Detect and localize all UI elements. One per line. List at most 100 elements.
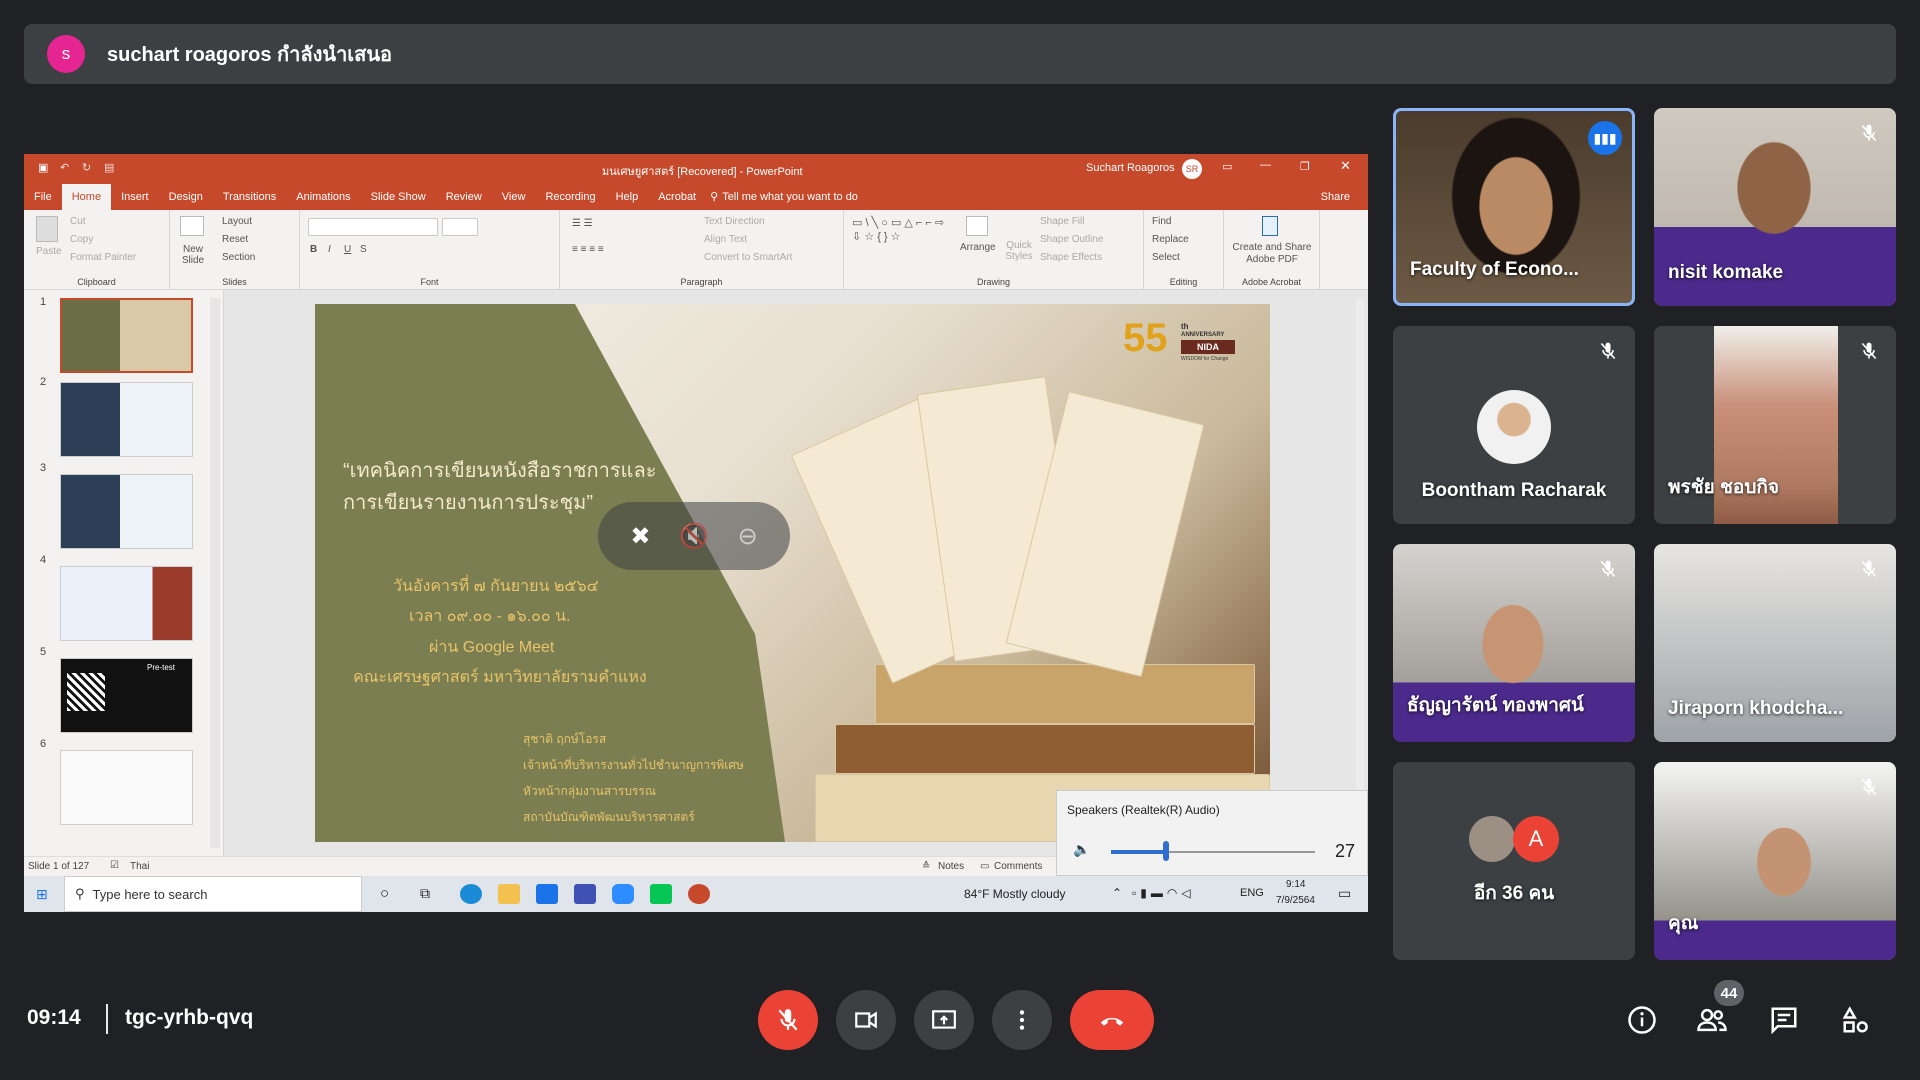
- shape-fill-button[interactable]: Shape Fill: [1040, 216, 1084, 227]
- slide-thumbnail-1[interactable]: [60, 298, 193, 373]
- tab-slide-show[interactable]: Slide Show: [361, 184, 436, 210]
- task-view-icon[interactable]: ⧉: [420, 885, 430, 902]
- tab-animations[interactable]: Animations: [286, 184, 360, 210]
- quick-styles-button[interactable]: Quick Styles: [1004, 240, 1034, 262]
- remove-icon[interactable]: ⊖: [738, 522, 758, 551]
- shapes-gallery[interactable]: ▭ \ ╲ ○ ▭ △ ⌐ ⌐ ⇨ ⇩ ☆ { } ☆: [852, 216, 952, 244]
- thumb-scrollbar[interactable]: [210, 298, 220, 848]
- participant-tile-1[interactable]: ▮▮▮ Faculty of Econo...: [1393, 108, 1635, 306]
- participant-tile-2[interactable]: nisit komake: [1654, 108, 1896, 306]
- taskbar-time[interactable]: 9:14: [1286, 879, 1305, 890]
- unpin-icon[interactable]: ✖: [630, 522, 650, 551]
- taskbar-search[interactable]: ⚲ Type here to search: [64, 876, 362, 912]
- share-button[interactable]: Share: [1311, 184, 1368, 210]
- create-share-pdf-button[interactable]: Create and Share Adobe PDF: [1228, 242, 1316, 266]
- powerpoint-icon[interactable]: [688, 884, 710, 904]
- chat-button[interactable]: [1764, 1000, 1804, 1040]
- taskbar-date[interactable]: 7/9/2564: [1276, 895, 1315, 906]
- paste-icon[interactable]: [36, 216, 58, 242]
- participant-tile-4[interactable]: พรชัย ชอบกิจ: [1654, 326, 1896, 524]
- tab-review[interactable]: Review: [436, 184, 492, 210]
- maximize-icon[interactable]: ❐: [1300, 160, 1310, 173]
- notes-button[interactable]: Notes: [938, 861, 964, 872]
- bold-icon[interactable]: B: [310, 244, 317, 255]
- undo-icon[interactable]: ↶: [60, 161, 69, 174]
- slide-thumbnail-4[interactable]: [60, 566, 193, 641]
- arrange-button[interactable]: Arrange: [960, 242, 996, 253]
- font-size-select[interactable]: [442, 218, 478, 236]
- cut-button[interactable]: Cut: [70, 216, 86, 227]
- tab-help[interactable]: Help: [606, 184, 649, 210]
- replace-button[interactable]: Replace: [1152, 234, 1189, 245]
- accessibility-icon[interactable]: ☑: [110, 860, 119, 871]
- underline-icon[interactable]: U: [344, 244, 351, 255]
- tab-design[interactable]: Design: [159, 184, 213, 210]
- slide-thumbnail-3[interactable]: [60, 474, 193, 549]
- edge-icon[interactable]: [460, 884, 482, 904]
- convert-smartart-button[interactable]: Convert to SmartArt: [704, 252, 792, 263]
- windows-start-icon[interactable]: ⊞: [36, 886, 48, 903]
- align-icon[interactable]: ≡ ≡ ≡ ≡: [572, 244, 604, 255]
- mic-button[interactable]: [758, 990, 818, 1050]
- slide-thumbnail-5[interactable]: Pre-test: [60, 658, 193, 733]
- volume-slider-thumb[interactable]: [1163, 841, 1170, 861]
- speaker-icon[interactable]: 🔈: [1073, 841, 1090, 858]
- cortana-icon[interactable]: ○: [380, 885, 389, 902]
- section-button[interactable]: Section: [222, 252, 255, 263]
- slide-thumbnail-2[interactable]: [60, 382, 193, 457]
- reset-button[interactable]: Reset: [222, 234, 248, 245]
- weather-text[interactable]: 84°F Mostly cloudy: [964, 887, 1066, 901]
- camera-button[interactable]: [836, 990, 896, 1050]
- save-icon[interactable]: ▣: [38, 161, 48, 174]
- leave-call-button[interactable]: [1070, 990, 1154, 1050]
- tab-file[interactable]: File: [24, 184, 62, 210]
- participant-tile-6[interactable]: Jiraporn khodcha...: [1654, 544, 1896, 742]
- shadow-icon[interactable]: S: [360, 244, 367, 255]
- activities-button[interactable]: [1836, 1000, 1876, 1040]
- tab-home[interactable]: Home: [61, 184, 112, 210]
- copy-button[interactable]: Copy: [70, 234, 93, 245]
- meeting-details-button[interactable]: [1622, 1000, 1662, 1040]
- new-slide-button[interactable]: New Slide: [178, 244, 208, 266]
- ribbon-display-icon[interactable]: ▭: [1222, 160, 1232, 173]
- file-explorer-icon[interactable]: [498, 884, 520, 904]
- pdf-icon[interactable]: [1262, 216, 1278, 236]
- notification-icon[interactable]: ▭: [1338, 885, 1351, 902]
- participant-tile-others[interactable]: A อีก 36 คน: [1393, 762, 1635, 960]
- participants-button[interactable]: 44: [1692, 980, 1744, 1040]
- tab-insert[interactable]: Insert: [111, 184, 159, 210]
- canvas-scrollbar[interactable]: [1356, 298, 1364, 848]
- tab-recording[interactable]: Recording: [535, 184, 605, 210]
- tell-me-search[interactable]: Tell me what you want to do: [722, 184, 858, 210]
- layout-button[interactable]: Layout: [222, 216, 252, 227]
- find-button[interactable]: Find: [1152, 216, 1171, 227]
- text-direction-button[interactable]: Text Direction: [704, 216, 765, 227]
- input-language[interactable]: ENG: [1240, 887, 1264, 899]
- tray-chevron-icon[interactable]: ⌃: [1112, 886, 1122, 900]
- mail-icon[interactable]: [536, 884, 558, 904]
- current-slide[interactable]: 55 th ANNIVERSARY NIDA WISDOM for Change…: [315, 304, 1270, 842]
- presenter-icon[interactable]: ▤: [104, 161, 114, 174]
- close-icon[interactable]: ✕: [1340, 158, 1351, 174]
- app-icon[interactable]: [574, 884, 596, 904]
- participant-tile-5[interactable]: ธัญญารัตน์ ทองพาศน์: [1393, 544, 1635, 742]
- tray-icons[interactable]: ▫▮▬◠◁: [1132, 886, 1195, 900]
- shape-effects-button[interactable]: Shape Effects: [1040, 252, 1102, 263]
- tab-view[interactable]: View: [492, 184, 536, 210]
- paste-button[interactable]: Paste: [36, 246, 62, 257]
- language-status[interactable]: Thai: [130, 861, 149, 872]
- italic-icon[interactable]: I: [328, 244, 331, 255]
- tab-transitions[interactable]: Transitions: [213, 184, 286, 210]
- comments-button[interactable]: Comments: [994, 861, 1042, 872]
- align-text-button[interactable]: Align Text: [704, 234, 747, 245]
- minimize-icon[interactable]: —: [1260, 159, 1271, 171]
- more-options-button[interactable]: [992, 990, 1052, 1050]
- format-painter-button[interactable]: Format Painter: [70, 252, 136, 263]
- participant-tile-3[interactable]: Boontham Racharak: [1393, 326, 1635, 524]
- bullets-icon[interactable]: ☰ ☰: [572, 218, 593, 229]
- redo-icon[interactable]: ↻: [82, 161, 91, 174]
- shape-outline-button[interactable]: Shape Outline: [1040, 234, 1103, 245]
- tab-acrobat[interactable]: Acrobat: [648, 184, 706, 210]
- new-slide-icon[interactable]: [180, 216, 204, 236]
- font-name-select[interactable]: [308, 218, 438, 236]
